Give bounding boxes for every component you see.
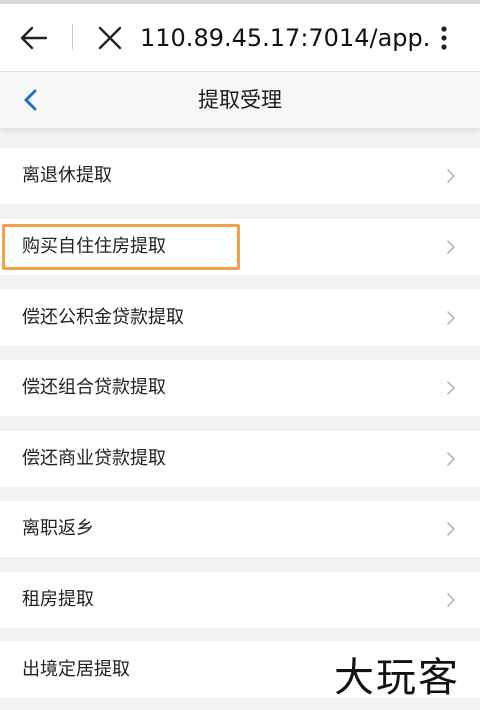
more-vertical-icon[interactable] (434, 22, 454, 54)
status-strip (0, 0, 480, 4)
list-item-retirement[interactable]: 离退休提取 (0, 148, 480, 204)
list-item-repay-combined-loan[interactable]: 偿还组合贷款提取 (0, 360, 480, 416)
browser-toolbar: 110.89.45.17:7014/app... (0, 0, 480, 72)
watermark: 大玩客 (334, 655, 460, 701)
toolbar-divider (72, 24, 73, 50)
back-arrow-icon[interactable] (18, 22, 50, 54)
url-field[interactable]: 110.89.45.17:7014/app... (140, 20, 430, 56)
page-title: 提取受理 (198, 88, 282, 112)
chevron-right-icon (447, 522, 455, 536)
list-item-repay-commercial-loan[interactable]: 偿还商业贷款提取 (0, 431, 480, 487)
list-item-label: 离职返乡 (22, 518, 94, 539)
list-item-buy-house[interactable]: 购买自住住房提取 (0, 219, 480, 275)
list-item-label: 离退休提取 (22, 165, 112, 186)
chevron-right-icon (447, 169, 455, 183)
list-item-label: 出境定居提取 (22, 659, 130, 680)
list-item-label: 偿还商业贷款提取 (22, 448, 166, 469)
list-item-repay-provident-loan[interactable]: 偿还公积金贷款提取 (0, 290, 480, 346)
chevron-right-icon (447, 240, 455, 254)
close-icon[interactable] (96, 24, 124, 52)
list-item-label: 购买自住住房提取 (22, 236, 166, 257)
list-item-resign-return-home[interactable]: 离职返乡 (0, 501, 480, 557)
list-item-label: 租房提取 (22, 589, 94, 610)
chevron-right-icon (447, 381, 455, 395)
chevron-right-icon (447, 452, 455, 466)
list-item-label: 偿还公积金贷款提取 (22, 307, 184, 328)
chevron-left-icon[interactable] (18, 87, 44, 113)
list-item-rent[interactable]: 租房提取 (0, 572, 480, 628)
chevron-right-icon (447, 593, 455, 607)
list-item-label: 偿还组合贷款提取 (22, 377, 166, 398)
page-header: 提取受理 (0, 72, 480, 128)
chevron-right-icon (447, 311, 455, 325)
